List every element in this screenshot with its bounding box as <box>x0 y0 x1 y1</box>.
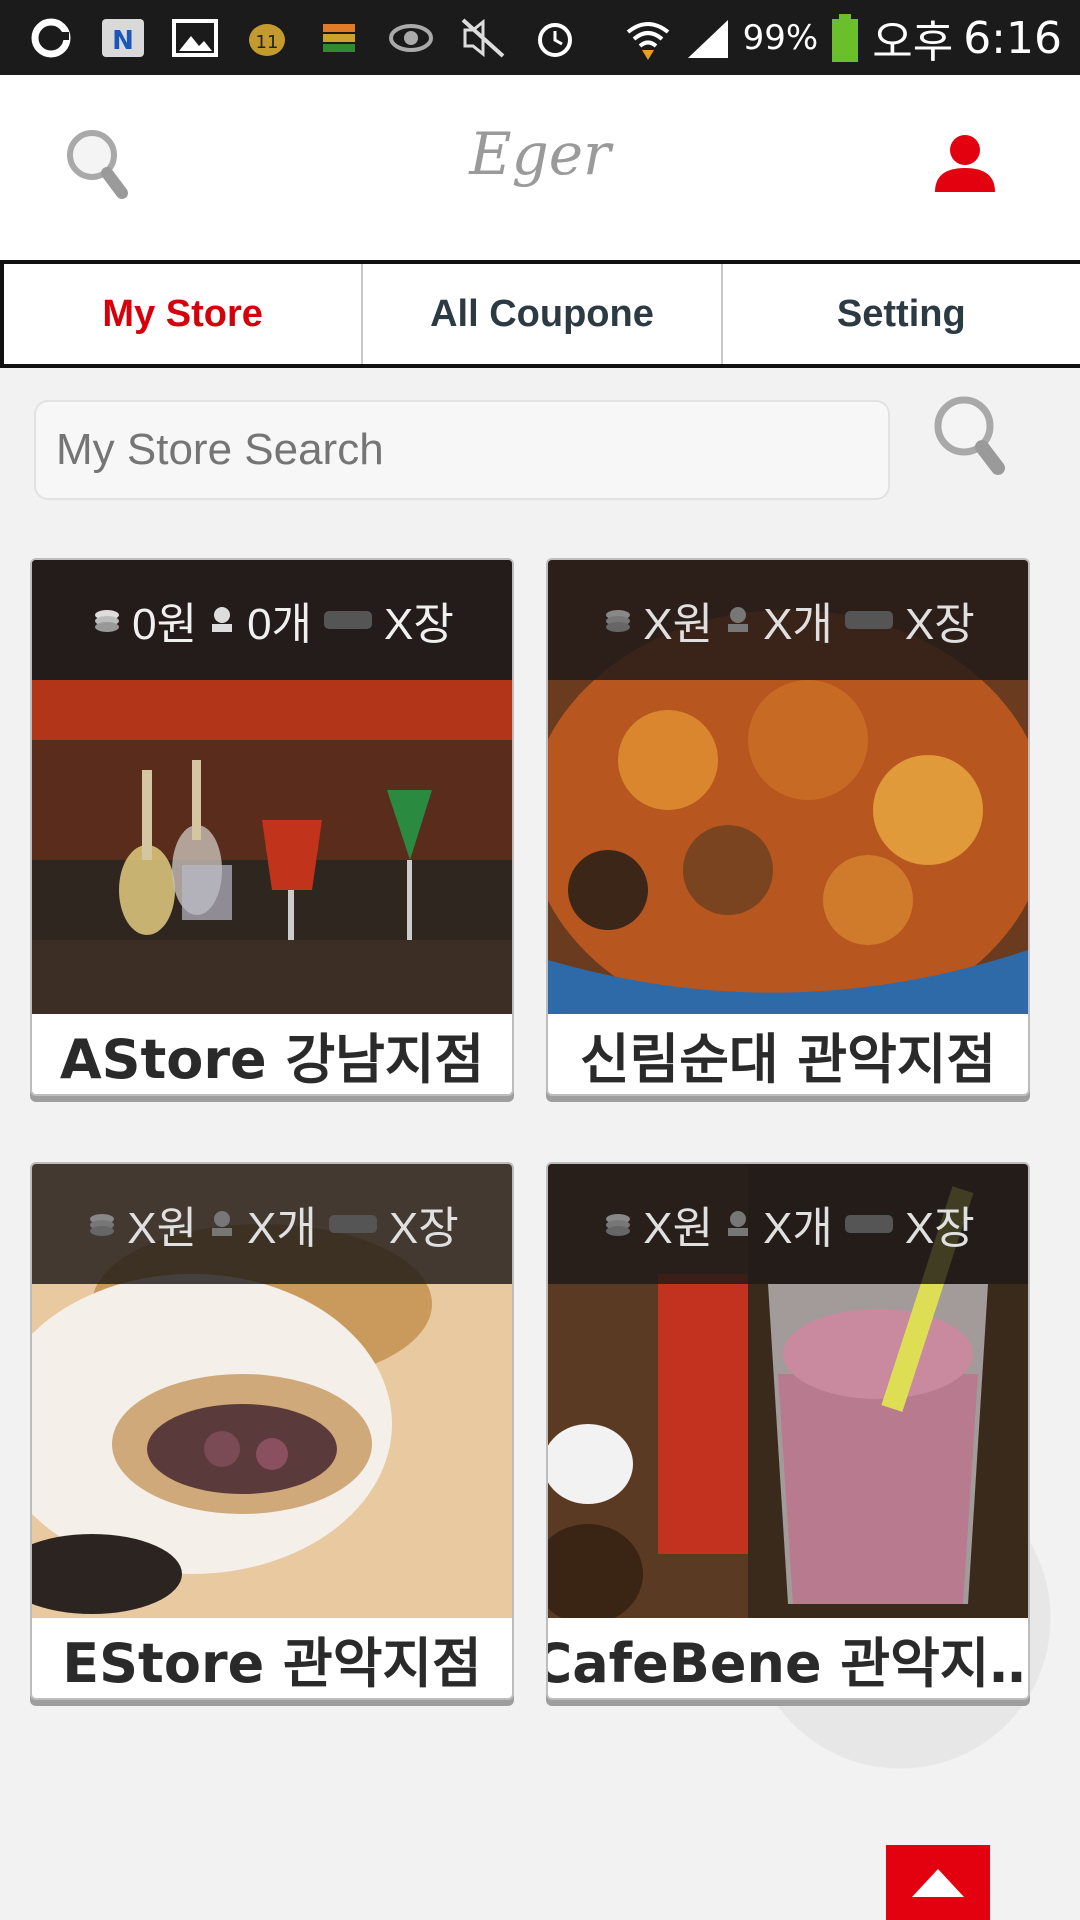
tab-my-store[interactable]: My Store <box>0 264 361 364</box>
store-stats-bar: X원 X개 X장 <box>32 1164 512 1284</box>
arrow-up-icon <box>912 1868 964 1897</box>
store-points: 0원 <box>132 600 198 649</box>
g-app-icon <box>26 16 76 60</box>
kakao-icon: 11 <box>242 16 292 60</box>
app-logo: Eger <box>469 120 611 188</box>
coin-icon <box>601 1207 635 1241</box>
store-stamps: X개 <box>763 1204 833 1253</box>
store-points: X원 <box>643 600 714 649</box>
store-coupons: X장 <box>384 600 454 649</box>
status-bar-notifications: N 11 <box>26 14 580 62</box>
store-photo-bar: 0원 0개 X장 <box>32 560 512 1014</box>
store-points: X원 <box>643 1204 714 1253</box>
svg-text:11: 11 <box>256 32 279 53</box>
stamp-icon <box>721 603 755 637</box>
store-stamps: X개 <box>247 1204 317 1253</box>
tab-all-coupone[interactable]: All Coupone <box>361 264 720 364</box>
signal-icon <box>683 16 733 60</box>
store-name: CafeBene 관악지… <box>548 1631 1028 1695</box>
store-photo-food: X원 X개 X장 <box>548 560 1028 1014</box>
store-name: AStore 강남지점 <box>59 1027 485 1091</box>
gallery-icon <box>170 16 220 60</box>
coupon-icon <box>841 1207 897 1241</box>
wifi-icon <box>623 16 673 60</box>
coupon-icon <box>325 1207 381 1241</box>
store-card[interactable]: X원 X개 X장 EStore 관악지점 <box>30 1162 514 1700</box>
store-card[interactable]: X원 X개 X장 CafeBene 관악지… <box>546 1162 1030 1700</box>
stack-icon <box>314 16 364 60</box>
store-points: X원 <box>127 1204 198 1253</box>
store-search-input[interactable] <box>34 400 890 500</box>
battery-icon <box>828 14 862 62</box>
store-stamps: 0개 <box>247 600 313 649</box>
status-bar-system: 99% 오후 6:16 <box>623 10 1062 68</box>
store-search-icon[interactable] <box>930 392 1010 482</box>
alarm-icon <box>530 16 580 60</box>
store-stamps: X개 <box>763 600 833 649</box>
status-time: 6:16 <box>963 12 1062 64</box>
store-card[interactable]: 0원 0개 X장 AStore 강남지점 <box>30 558 514 1096</box>
store-stats-bar: 0원 0개 X장 <box>32 560 512 680</box>
battery-percent: 99% <box>742 18 819 58</box>
stamp-icon <box>205 603 239 637</box>
store-name: 신림순대 관악지점 <box>579 1027 997 1091</box>
eye-icon <box>386 16 436 60</box>
store-photo-pastry: X원 X개 X장 <box>32 1164 512 1618</box>
coin-icon <box>601 603 635 637</box>
user-icon[interactable] <box>930 130 1000 200</box>
n-app-icon: N <box>98 16 148 60</box>
store-coupons: X장 <box>388 1204 459 1253</box>
app-header: Eger <box>0 75 1080 260</box>
coupon-icon <box>841 603 897 637</box>
store-coupons: X장 <box>904 600 975 649</box>
stamp-icon <box>721 1207 755 1241</box>
tab-bar: My Store All Coupone Setting <box>0 260 1080 368</box>
stamp-icon <box>205 1207 239 1241</box>
store-name: EStore 관악지점 <box>62 1631 482 1695</box>
status-ampm: 오후 <box>872 17 954 68</box>
tab-setting[interactable]: Setting <box>720 264 1080 364</box>
store-stats-bar: X원 X개 X장 <box>548 560 1028 680</box>
status-bar: N 11 99% 오후 6:16 <box>0 0 1080 75</box>
store-photo-smoothie: X원 X개 X장 <box>548 1164 1028 1618</box>
mute-icon <box>458 16 508 60</box>
svg-text:N: N <box>112 26 134 56</box>
store-stats-bar: X원 X개 X장 <box>548 1164 1028 1284</box>
coin-icon <box>90 603 124 637</box>
scroll-to-top-button[interactable] <box>886 1845 990 1920</box>
store-card[interactable]: X원 X개 X장 신림순대 관악지점 <box>546 558 1030 1096</box>
coin-icon <box>85 1207 119 1241</box>
coupon-icon <box>320 603 376 637</box>
store-coupons: X장 <box>904 1204 975 1253</box>
